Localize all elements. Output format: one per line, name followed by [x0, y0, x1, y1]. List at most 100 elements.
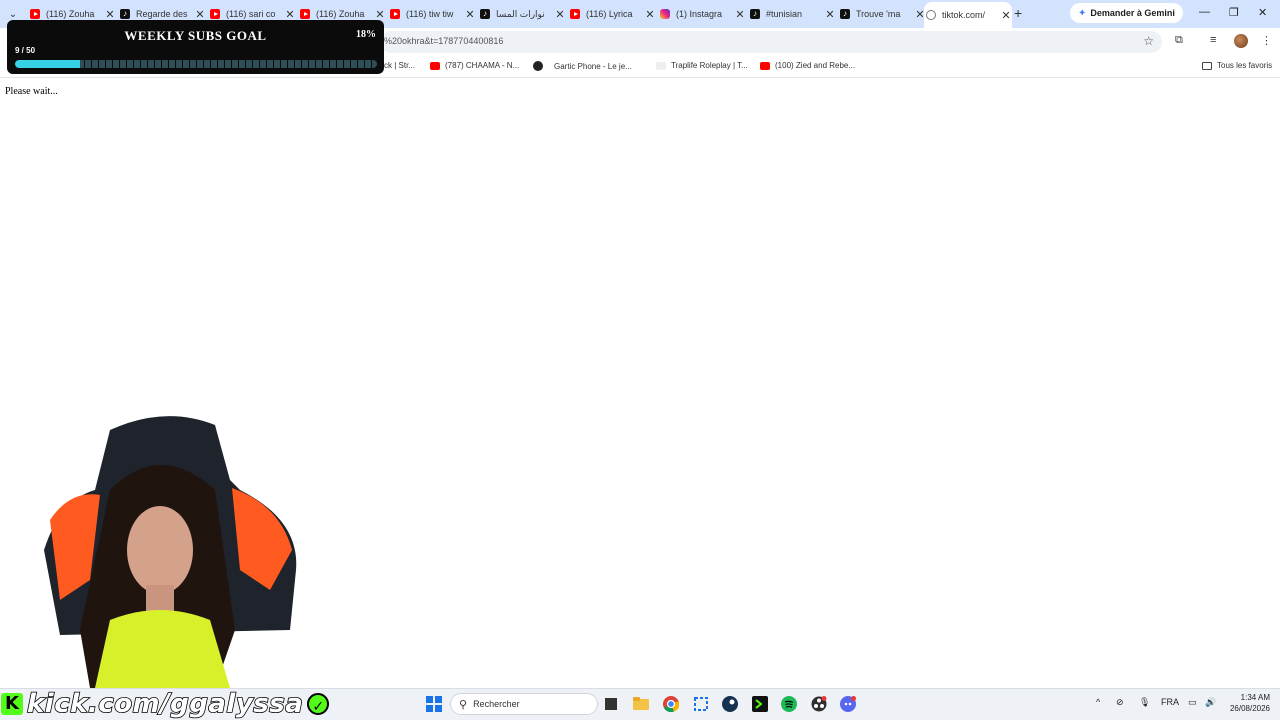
- media-controls-icon[interactable]: ≡: [1210, 34, 1216, 46]
- display-icon[interactable]: ▭: [1188, 697, 1197, 708]
- minimize-icon[interactable]: —: [1199, 6, 1210, 18]
- bookmark-label: (787) CHAAMA - N...: [445, 61, 520, 70]
- obs-icon[interactable]: [809, 694, 829, 714]
- youtube-icon: [760, 61, 770, 70]
- restore-icon[interactable]: ❐: [1229, 6, 1239, 19]
- tiktok-icon: ♪: [120, 9, 130, 19]
- bookmark-item[interactable]: Traplife Roleplay | T...: [656, 61, 748, 70]
- tab-title: tiktok.com/: [942, 10, 986, 20]
- youtube-icon: [430, 61, 440, 70]
- tab-title: نوارات المسا: [496, 8, 545, 19]
- file-explorer-icon[interactable]: [631, 694, 651, 714]
- tab-close-icon[interactable]: ✕: [284, 8, 296, 21]
- windows-start-icon[interactable]: [424, 694, 444, 714]
- extensions-icon[interactable]: ⧉: [1175, 34, 1183, 47]
- input-language[interactable]: FRA: [1161, 697, 1179, 707]
- tab-close-icon[interactable]: ✕: [464, 8, 476, 21]
- bookmark-label: (100) Zied and Rebe...: [775, 61, 856, 70]
- spotify-icon[interactable]: [779, 694, 799, 714]
- page-body-text: Please wait...: [5, 86, 58, 97]
- all-bookmarks-label: Tous les favoris: [1217, 61, 1273, 70]
- tiktok-icon: ♪: [480, 9, 490, 19]
- bookmark-star-icon[interactable]: ☆: [1143, 34, 1154, 48]
- tab-7[interactable]: (116) Lyrica ✕: [568, 4, 656, 24]
- more-menu-icon[interactable]: ⋮: [1261, 34, 1272, 47]
- url-text: %20okhra&t=1787704400816: [384, 36, 504, 46]
- tab-title: Trouve 'ma: [856, 9, 901, 19]
- discord-icon[interactable]: [838, 694, 858, 714]
- tab-10[interactable]: ♪ Trouve 'ma ✕: [838, 4, 926, 24]
- kick-overlay: K kick.com/ggalyssa ✓: [0, 688, 350, 720]
- tab-title: (116) Lyrica: [586, 9, 633, 19]
- gemini-label: Demander à Gemini: [1090, 8, 1175, 18]
- taskbar-search[interactable]: ⚲ Rechercher: [450, 693, 598, 715]
- tab-close-icon[interactable]: ✕: [554, 8, 566, 21]
- clock-time: 1:34 AM: [1240, 693, 1270, 702]
- search-placeholder: Rechercher: [473, 699, 520, 709]
- instagram-icon: [660, 9, 670, 19]
- taskbar-clock[interactable]: 1:34 AM 26/08/2026: [1222, 692, 1270, 714]
- youtube-icon: [30, 9, 40, 19]
- tab-close-icon[interactable]: ✕: [374, 8, 386, 21]
- all-bookmarks-button[interactable]: Tous les favoris: [1202, 61, 1272, 70]
- tab-title: (116) tiw tiw: [406, 9, 454, 19]
- youtube-icon: [210, 9, 220, 19]
- bookmark-item[interactable]: (100) Zied and Rebe...: [760, 61, 855, 70]
- volume-icon[interactable]: 🔊: [1205, 697, 1216, 708]
- tab-8[interactable]: (1) Instagra ✕: [658, 4, 746, 24]
- tab-title: (116) sari co: [226, 9, 276, 19]
- goal-percent: 18%: [356, 29, 376, 40]
- tiktok-icon: ♪: [750, 9, 760, 19]
- terminal-app-icon[interactable]: [750, 694, 770, 714]
- network-status-icon[interactable]: ⊘: [1116, 697, 1124, 708]
- bookmark-label: Gartic Phone - Le je...: [554, 61, 632, 71]
- profile-avatar[interactable]: [1234, 34, 1248, 48]
- tray-overflow-chevron-icon[interactable]: ^: [1096, 697, 1100, 707]
- search-icon: ⚲: [459, 698, 468, 711]
- tab-close-icon[interactable]: ✕: [734, 8, 746, 21]
- youtube-icon: [570, 9, 580, 19]
- tiktok-icon: ♪: [840, 9, 850, 19]
- youtube-icon: [390, 9, 400, 19]
- goal-progress-bar: [15, 60, 377, 68]
- bookmark-label: Traplife Roleplay | T...: [671, 61, 748, 70]
- tab-active[interactable]: tiktok.com/ ✕: [924, 2, 1012, 28]
- tab-title: (116) Zouha: [46, 9, 95, 19]
- globe-icon: [533, 61, 543, 71]
- chrome-icon[interactable]: [661, 694, 681, 714]
- webcam-feed: [0, 400, 350, 688]
- bookmark-item[interactable]: Gartic Phone - Le je...: [533, 61, 632, 71]
- goal-count: 9 / 50: [15, 46, 36, 55]
- gemini-button[interactable]: ✦ Demander à Gemini: [1070, 3, 1183, 23]
- tab-title: #tunisian: [766, 9, 803, 19]
- tab-close-icon[interactable]: ✕: [644, 8, 656, 21]
- tab-close-icon[interactable]: ✕: [194, 8, 206, 21]
- close-window-icon[interactable]: ✕: [1258, 6, 1267, 19]
- task-view-icon[interactable]: [601, 694, 621, 714]
- verified-badge-icon: ✓: [307, 693, 330, 715]
- globe-icon: [926, 10, 936, 20]
- new-tab-button[interactable]: +: [1014, 5, 1022, 21]
- bookmark-item[interactable]: ck | Str...: [384, 61, 415, 70]
- goal-title: WEEKLY SUBS GOAL: [124, 28, 267, 43]
- snipping-tool-icon[interactable]: [691, 694, 711, 714]
- bookmark-item[interactable]: (787) CHAAMA - N...: [430, 61, 519, 70]
- youtube-icon: [300, 9, 310, 19]
- subs-goal-widget: WEEKLY SUBS GOAL 18% 9 / 50: [7, 20, 384, 74]
- tab-title: (116) Zouha: [316, 9, 365, 19]
- tab-6[interactable]: ♪ نوارات المسا ✕: [478, 4, 566, 24]
- steam-icon[interactable]: [720, 694, 740, 714]
- clock-date: 26/08/2026: [1229, 704, 1270, 713]
- goal-progress-fill: [15, 60, 81, 68]
- folder-icon: [1202, 61, 1212, 70]
- tab-9[interactable]: ♪ #tunisian ✕: [748, 4, 836, 24]
- tab-5[interactable]: (116) tiw tiw ✕: [388, 4, 476, 24]
- tab-close-icon[interactable]: ✕: [824, 8, 836, 21]
- tab-title: Regarde des: [136, 9, 188, 19]
- microphone-icon[interactable]: 🎙: [1139, 697, 1150, 708]
- tab-close-icon[interactable]: ✕: [104, 8, 116, 21]
- address-bar[interactable]: %20okhra&t=1787704400816 ☆: [380, 31, 1162, 53]
- webcam-image: [0, 400, 350, 688]
- tab-close-icon[interactable]: ✕: [1000, 9, 1012, 22]
- bookmark-label: ck | Str...: [384, 61, 415, 70]
